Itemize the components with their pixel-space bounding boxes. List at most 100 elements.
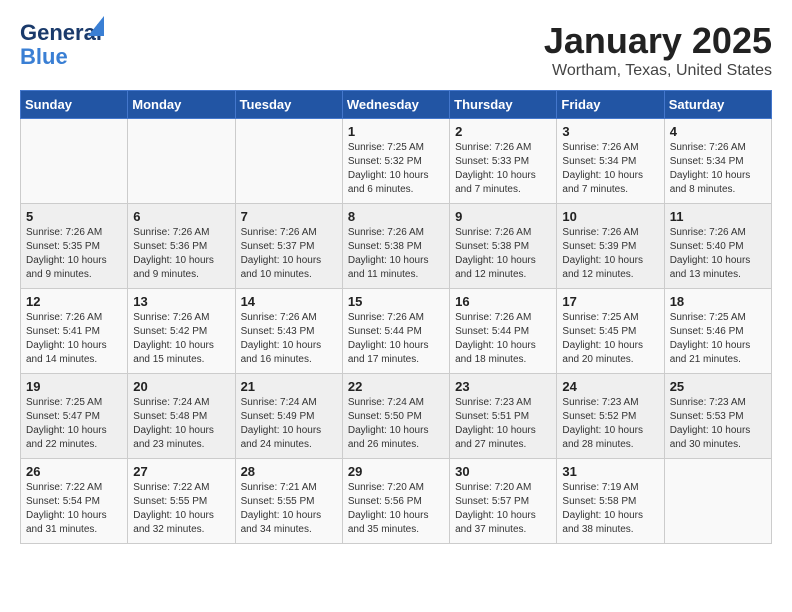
calendar-cell: 6Sunrise: 7:26 AMSunset: 5:36 PMDaylight… [128, 204, 235, 289]
logo-blue: Blue [20, 44, 68, 70]
day-number: 3 [562, 124, 658, 139]
calendar-cell: 2Sunrise: 7:26 AMSunset: 5:33 PMDaylight… [450, 119, 557, 204]
calendar-cell: 22 Sunrise: 7:24 AMSunset: 5:50 PMDayligh… [342, 374, 449, 459]
calendar-cell: 24Sunrise: 7:23 AMSunset: 5:52 PMDayligh… [557, 374, 664, 459]
calendar-cell: 8 Sunrise: 7:26 AMSunset: 5:38 PMDaylight… [342, 204, 449, 289]
calendar-week-5: 26 Sunrise: 7:22 AMSunset: 5:54 PMDayligh… [21, 459, 772, 544]
day-info: Sunrise: 7:26 AMSunset: 5:37 PMDaylight:… [241, 226, 337, 282]
calendar-cell: 16 Sunrise: 7:26 AMSunset: 5:44 PMDayligh… [450, 289, 557, 374]
calendar-cell: 31 Sunrise: 7:19 AMSunset: 5:58 PMDayligh… [557, 459, 664, 544]
day-info: Sunrise: 7:20 AMSunset: 5:57 PMDaylight:… [455, 481, 551, 537]
day-number: 14 [241, 294, 337, 309]
logo-arrow-icon [88, 16, 104, 36]
day-info: Sunrise: 7:26 AMSunset: 5:33 PMDaylight:… [455, 141, 551, 197]
day-info: Sunrise: 7:26 AMSunset: 5:43 PMDaylight:… [241, 311, 337, 367]
day-number: 9 [455, 209, 551, 224]
day-number: 8 [348, 209, 444, 224]
day-info: Sunrise: 7:26 AMSunset: 5:44 PMDaylight:… [455, 311, 551, 367]
day-info: Sunrise: 7:21 AMSunset: 5:55 PMDaylight:… [241, 481, 337, 537]
day-number: 11 [670, 209, 766, 224]
calendar-cell: 15 Sunrise: 7:26 AMSunset: 5:44 PMDayligh… [342, 289, 449, 374]
day-info: Sunrise: 7:22 AMSunset: 5:55 PMDaylight:… [133, 481, 229, 537]
header: General Blue January 2025 Wortham, Texas… [20, 20, 772, 80]
day-number: 20 [133, 379, 229, 394]
calendar-cell: 19 Sunrise: 7:25 AMSunset: 5:47 PMDayligh… [21, 374, 128, 459]
day-info: Sunrise: 7:26 AMSunset: 5:38 PMDaylight:… [455, 226, 551, 282]
day-info: Sunrise: 7:19 AMSunset: 5:58 PMDaylight:… [562, 481, 658, 537]
calendar-cell: 14 Sunrise: 7:26 AMSunset: 5:43 PMDayligh… [235, 289, 342, 374]
day-info: Sunrise: 7:26 AMSunset: 5:34 PMDaylight:… [670, 141, 766, 197]
calendar-subtitle: Wortham, Texas, United States [544, 62, 772, 80]
day-number: 13 [133, 294, 229, 309]
day-info: Sunrise: 7:25 AMSunset: 5:47 PMDaylight:… [26, 396, 122, 452]
day-info: Sunrise: 7:20 AMSunset: 5:56 PMDaylight:… [348, 481, 444, 537]
day-number: 23 [455, 379, 551, 394]
logo: General Blue [20, 20, 102, 70]
weekday-header-wednesday: Wednesday [342, 91, 449, 119]
day-number: 10 [562, 209, 658, 224]
day-info: Sunrise: 7:26 AMSunset: 5:42 PMDaylight:… [133, 311, 229, 367]
weekday-header-friday: Friday [557, 91, 664, 119]
day-number: 1 [348, 124, 444, 139]
day-number: 25 [670, 379, 766, 394]
day-number: 30 [455, 464, 551, 479]
calendar-cell: 30 Sunrise: 7:20 AMSunset: 5:57 PMDayligh… [450, 459, 557, 544]
calendar-table: SundayMondayTuesdayWednesdayThursdayFrid… [20, 90, 772, 544]
calendar-cell: 21 Sunrise: 7:24 AMSunset: 5:49 PMDayligh… [235, 374, 342, 459]
calendar-cell: 5 Sunrise: 7:26 AMSunset: 5:35 PMDaylight… [21, 204, 128, 289]
calendar-cell [235, 119, 342, 204]
calendar-cell [21, 119, 128, 204]
day-number: 5 [26, 209, 122, 224]
title-area: January 2025 Wortham, Texas, United Stat… [544, 20, 772, 80]
calendar-cell: 10Sunrise: 7:26 AMSunset: 5:39 PMDayligh… [557, 204, 664, 289]
calendar-cell: 9 Sunrise: 7:26 AMSunset: 5:38 PMDaylight… [450, 204, 557, 289]
calendar-week-4: 19 Sunrise: 7:25 AMSunset: 5:47 PMDayligh… [21, 374, 772, 459]
day-number: 15 [348, 294, 444, 309]
day-info: Sunrise: 7:25 AMSunset: 5:32 PMDaylight:… [348, 141, 444, 197]
day-number: 12 [26, 294, 122, 309]
day-number: 7 [241, 209, 337, 224]
calendar-cell: 29 Sunrise: 7:20 AMSunset: 5:56 PMDayligh… [342, 459, 449, 544]
day-info: Sunrise: 7:24 AMSunset: 5:50 PMDaylight:… [348, 396, 444, 452]
day-info: Sunrise: 7:26 AMSunset: 5:40 PMDaylight:… [670, 226, 766, 282]
day-info: Sunrise: 7:23 AMSunset: 5:51 PMDaylight:… [455, 396, 551, 452]
weekday-header-row: SundayMondayTuesdayWednesdayThursdayFrid… [21, 91, 772, 119]
calendar-week-1: 1 Sunrise: 7:25 AMSunset: 5:32 PMDaylight… [21, 119, 772, 204]
calendar-cell: 17 Sunrise: 7:25 AMSunset: 5:45 PMDayligh… [557, 289, 664, 374]
day-number: 31 [562, 464, 658, 479]
calendar-cell [664, 459, 771, 544]
calendar-cell: 7 Sunrise: 7:26 AMSunset: 5:37 PMDaylight… [235, 204, 342, 289]
day-info: Sunrise: 7:22 AMSunset: 5:54 PMDaylight:… [26, 481, 122, 537]
day-number: 4 [670, 124, 766, 139]
day-number: 26 [26, 464, 122, 479]
calendar-cell: 26 Sunrise: 7:22 AMSunset: 5:54 PMDayligh… [21, 459, 128, 544]
day-info: Sunrise: 7:26 AMSunset: 5:34 PMDaylight:… [562, 141, 658, 197]
day-number: 21 [241, 379, 337, 394]
day-info: Sunrise: 7:26 AMSunset: 5:44 PMDaylight:… [348, 311, 444, 367]
day-number: 16 [455, 294, 551, 309]
day-info: Sunrise: 7:24 AMSunset: 5:49 PMDaylight:… [241, 396, 337, 452]
day-info: Sunrise: 7:26 AMSunset: 5:38 PMDaylight:… [348, 226, 444, 282]
day-info: Sunrise: 7:26 AMSunset: 5:35 PMDaylight:… [26, 226, 122, 282]
calendar-cell: 18Sunrise: 7:25 AMSunset: 5:46 PMDayligh… [664, 289, 771, 374]
day-number: 18 [670, 294, 766, 309]
day-info: Sunrise: 7:26 AMSunset: 5:41 PMDaylight:… [26, 311, 122, 367]
calendar-cell: 13 Sunrise: 7:26 AMSunset: 5:42 PMDayligh… [128, 289, 235, 374]
day-info: Sunrise: 7:23 AMSunset: 5:53 PMDaylight:… [670, 396, 766, 452]
day-number: 17 [562, 294, 658, 309]
calendar-cell: 1 Sunrise: 7:25 AMSunset: 5:32 PMDaylight… [342, 119, 449, 204]
calendar-cell: 20Sunrise: 7:24 AMSunset: 5:48 PMDayligh… [128, 374, 235, 459]
calendar-title: January 2025 [544, 20, 772, 62]
day-number: 29 [348, 464, 444, 479]
day-number: 19 [26, 379, 122, 394]
day-number: 22 [348, 379, 444, 394]
day-info: Sunrise: 7:26 AMSunset: 5:36 PMDaylight:… [133, 226, 229, 282]
day-number: 24 [562, 379, 658, 394]
weekday-header-sunday: Sunday [21, 91, 128, 119]
weekday-header-thursday: Thursday [450, 91, 557, 119]
weekday-header-saturday: Saturday [664, 91, 771, 119]
calendar-cell: 23 Sunrise: 7:23 AMSunset: 5:51 PMDayligh… [450, 374, 557, 459]
weekday-header-tuesday: Tuesday [235, 91, 342, 119]
day-info: Sunrise: 7:25 AMSunset: 5:45 PMDaylight:… [562, 311, 658, 367]
day-number: 28 [241, 464, 337, 479]
